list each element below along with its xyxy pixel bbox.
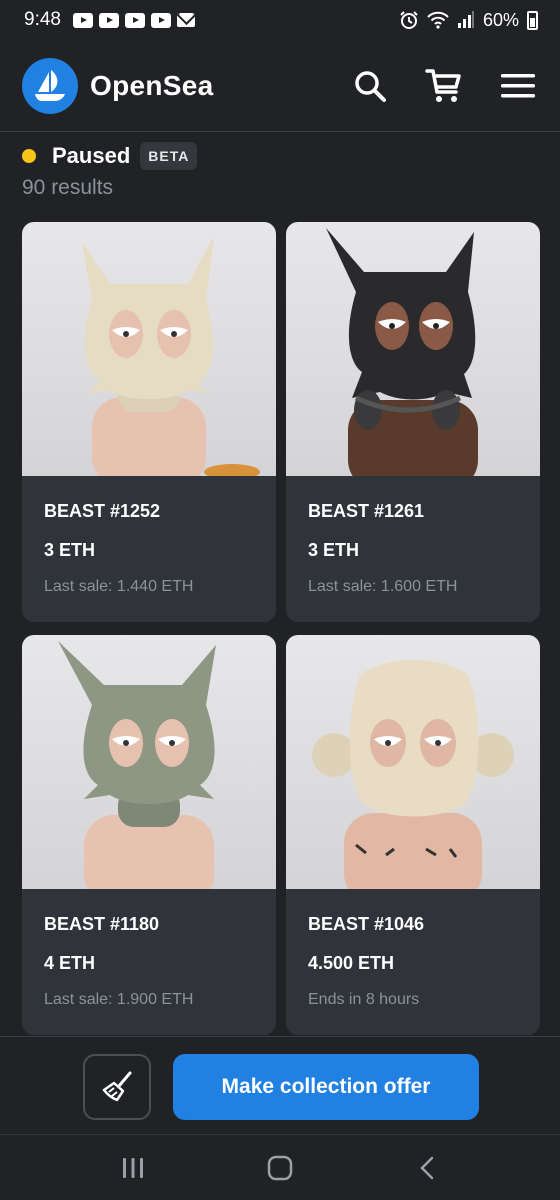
mail-icon bbox=[176, 13, 195, 27]
opensea-logo-icon[interactable] bbox=[22, 57, 78, 114]
youtube-icon bbox=[98, 12, 119, 28]
brand-name[interactable]: OpenSea bbox=[90, 70, 213, 102]
home-icon[interactable] bbox=[260, 1148, 300, 1188]
back-icon[interactable] bbox=[407, 1148, 447, 1188]
nft-price: 3 ETH bbox=[308, 540, 360, 560]
menu-icon[interactable] bbox=[498, 66, 538, 106]
cart-icon[interactable] bbox=[424, 66, 464, 106]
nft-price: 3 ETH bbox=[44, 540, 96, 560]
battery-icon bbox=[527, 10, 538, 30]
nft-last-sale: Last sale: 1.900 ETH bbox=[44, 991, 194, 1008]
broom-icon bbox=[102, 1071, 132, 1102]
nft-last-sale: Last sale: 1.600 ETH bbox=[308, 578, 458, 595]
nft-name: BEAST #1046 bbox=[308, 914, 425, 934]
nft-image[interactable] bbox=[286, 635, 540, 889]
signal-icon bbox=[457, 11, 474, 28]
youtube-icon bbox=[72, 12, 93, 28]
recent-apps-icon[interactable] bbox=[113, 1148, 153, 1188]
youtube-icon bbox=[150, 12, 171, 28]
nft-card[interactable]: BEAST #1252 3 ETH Last sale: 1.440 ETH bbox=[22, 222, 276, 622]
beta-badge: BETA bbox=[140, 142, 198, 170]
status-dot-icon bbox=[22, 149, 36, 163]
nft-card[interactable]: BEAST #1046 4.500 ETH Ends in 8 hours bbox=[286, 635, 540, 1035]
nft-image[interactable] bbox=[286, 222, 540, 476]
nft-price: 4 ETH bbox=[44, 953, 96, 973]
sweep-button[interactable] bbox=[83, 1054, 151, 1120]
nft-image[interactable] bbox=[22, 635, 276, 889]
nft-auction-status: Ends in 8 hours bbox=[308, 991, 420, 1008]
nft-name: BEAST #1252 bbox=[44, 501, 161, 521]
nft-name: BEAST #1180 bbox=[44, 914, 160, 934]
clock: 9:48 bbox=[24, 9, 61, 30]
status-label: Paused bbox=[52, 143, 131, 168]
nft-last-sale: Last sale: 1.440 ETH bbox=[44, 578, 194, 595]
collection-status: Paused BETA bbox=[22, 140, 198, 172]
status-bar: 9:48 60% bbox=[0, 0, 560, 40]
action-bar: Make collection offer bbox=[0, 1036, 560, 1134]
make-collection-offer-button[interactable]: Make collection offer bbox=[173, 1054, 479, 1120]
youtube-icon bbox=[124, 12, 145, 28]
alarm-icon bbox=[400, 11, 418, 29]
results-count: 90 results bbox=[22, 176, 114, 199]
nft-price: 4.500 ETH bbox=[308, 953, 395, 973]
battery-percent: 60% bbox=[482, 9, 519, 30]
nft-name: BEAST #1261 bbox=[308, 501, 425, 521]
wifi-icon bbox=[427, 11, 449, 29]
system-nav-bar bbox=[0, 1134, 560, 1200]
nft-card[interactable]: BEAST #1180 4 ETH Last sale: 1.900 ETH bbox=[22, 635, 276, 1035]
nft-image[interactable] bbox=[22, 222, 276, 476]
app-header: OpenSea bbox=[0, 40, 560, 132]
nft-card[interactable]: BEAST #1261 3 ETH Last sale: 1.600 ETH bbox=[286, 222, 540, 622]
search-icon[interactable] bbox=[350, 66, 390, 106]
